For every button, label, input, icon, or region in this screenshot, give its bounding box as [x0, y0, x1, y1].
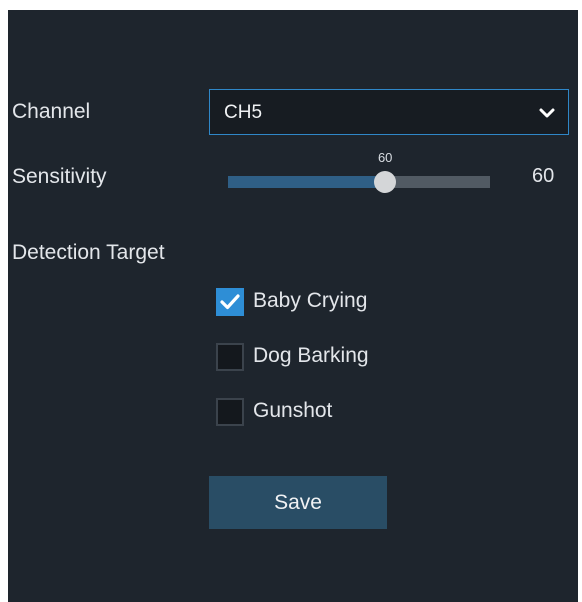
checkbox-box[interactable]: [216, 398, 244, 426]
checkbox-label: Baby Crying: [253, 289, 368, 312]
slider-thumb[interactable]: [374, 171, 397, 193]
checkbox-box[interactable]: [216, 288, 244, 316]
sensitivity-slider[interactable]: 60: [228, 150, 490, 194]
checkmark-icon: [220, 294, 240, 310]
chevron-down-icon: [539, 108, 555, 118]
channel-label: Channel: [12, 100, 91, 123]
checkbox-label: Gunshot: [253, 399, 333, 422]
slider-tooltip: 60: [377, 150, 393, 165]
channel-select[interactable]: CH5: [209, 89, 569, 135]
channel-select-value: CH5: [224, 102, 263, 123]
sensitivity-label: Sensitivity: [12, 165, 107, 188]
checkbox-box[interactable]: [216, 343, 244, 371]
detection-target-label: Detection Target: [12, 241, 165, 264]
audio-detection-panel: Channel CH5 Sensitivity 60 60 Detection …: [8, 10, 578, 602]
checkbox-label: Dog Barking: [253, 344, 369, 367]
sensitivity-value: 60: [532, 165, 555, 187]
slider-fill: [228, 176, 386, 188]
save-button[interactable]: Save: [209, 476, 387, 529]
